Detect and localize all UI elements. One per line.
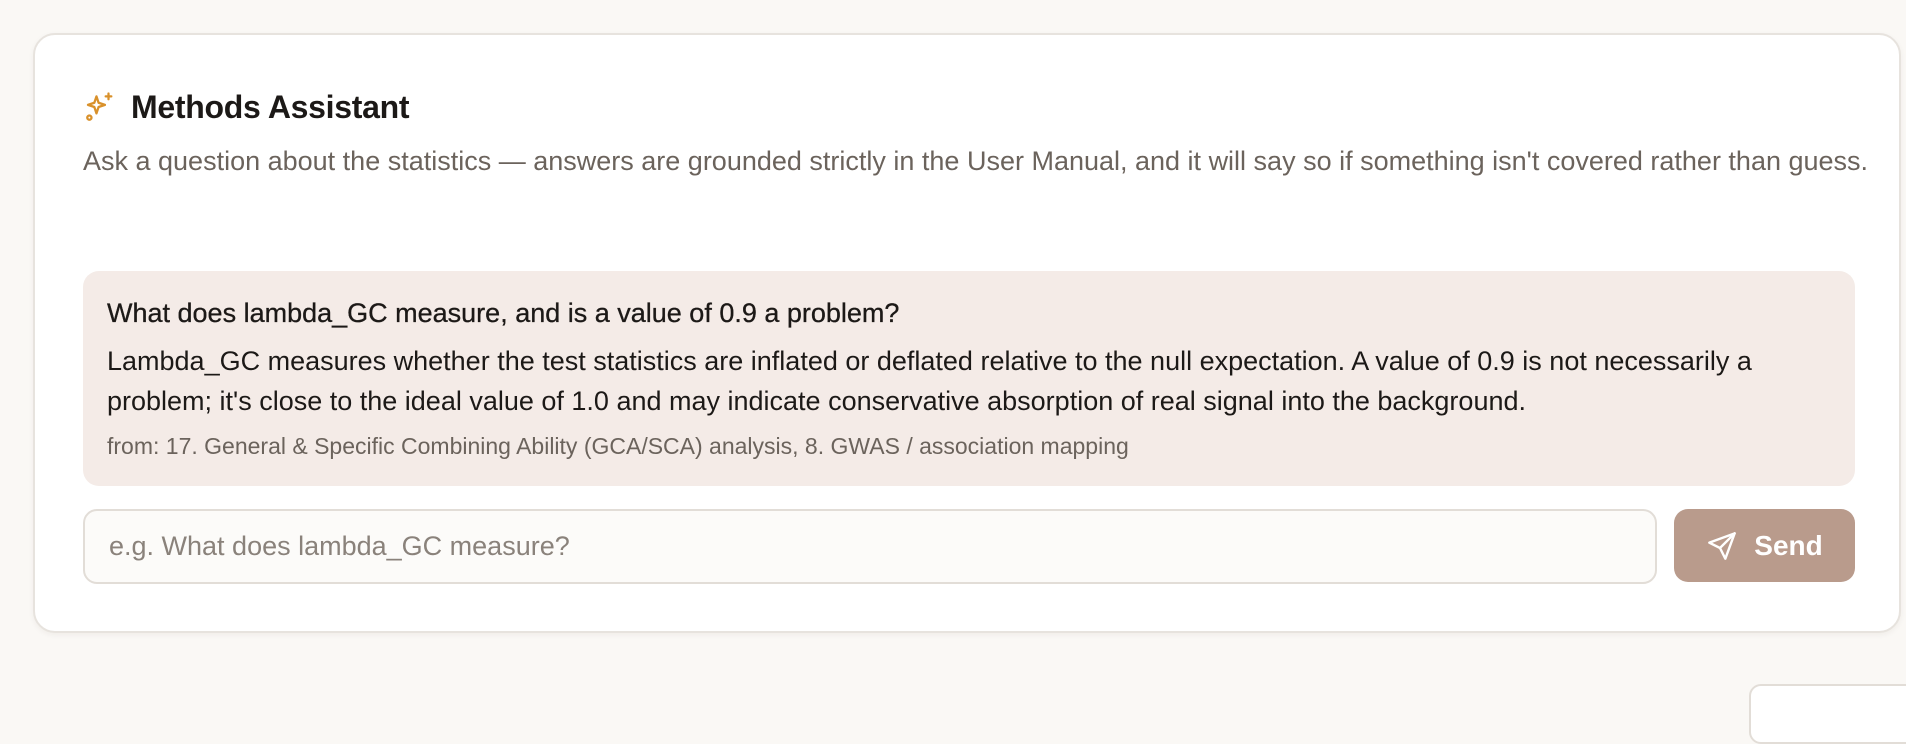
assistant-header: Methods Assistant (83, 87, 410, 127)
asked-question: What does lambda_GC measure, and is a va… (107, 298, 900, 328)
send-button[interactable]: Send (1674, 509, 1855, 582)
question-input[interactable] (83, 509, 1657, 584)
assistant-description: Ask a question about the statistics — an… (83, 146, 1869, 176)
question-input-row: Send (83, 509, 1855, 584)
send-icon (1706, 530, 1738, 562)
sparkles-icon (83, 90, 117, 124)
answer-source: from: 17. General & Specific Combining A… (107, 433, 1129, 459)
floating-button[interactable] (1749, 684, 1906, 744)
assistant-title: Methods Assistant (131, 88, 410, 125)
send-button-label: Send (1754, 529, 1823, 561)
answer-text: Lambda_GC measures whether the test stat… (107, 346, 1752, 416)
methods-assistant-card: Methods Assistant Ask a question about t… (33, 33, 1901, 633)
answer-panel: What does lambda_GC measure, and is a va… (83, 271, 1855, 486)
